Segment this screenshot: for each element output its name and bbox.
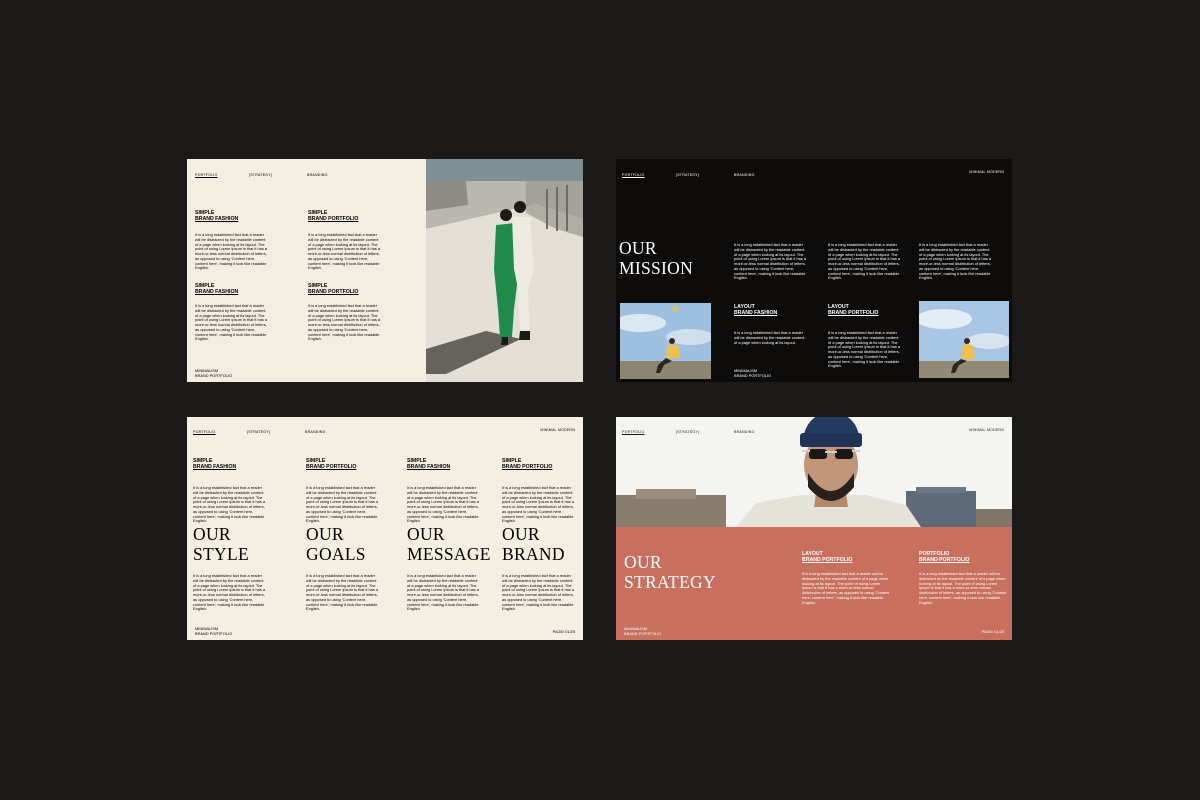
nav-strategy[interactable]: [STRATEGY] [247,430,270,434]
column-body: It is a long established fact that a rea… [306,573,379,612]
sitting-woman-photo-left [620,303,711,379]
column-title: OUR BRAND [502,524,565,564]
column-body: It is a long established fact that a rea… [306,485,379,524]
column-title: OUR STYLE [193,524,249,564]
tag-minimal-modern: MINIMAL MODERN [540,428,575,432]
block-body: It is a long established fact that a rea… [195,303,268,342]
column-label: SIMPLE BRAND FASHION [193,458,237,471]
block-label: LAYOUT BRAND FASHION [734,304,778,317]
block-body: It is a long established fact that a rea… [802,571,890,605]
column-title: OUR GOALS [306,524,366,564]
block-body: It is a long established fact that a rea… [919,571,1007,605]
nav-portfolio[interactable]: PORTFOLIO [195,173,218,177]
nav-branding[interactable]: BRANDING [734,173,755,177]
block-label: SIMPLE BRAND PORTFOLIO [308,283,359,296]
block-body: It is a long established fact that a rea… [828,330,901,369]
block-body: It is a long established fact that a rea… [308,232,381,271]
nav-branding[interactable]: BRANDING [305,430,326,434]
block-body: It is a long established fact that a rea… [308,303,381,342]
block-body: It is a long established fact that a rea… [734,242,807,281]
block-label: LAYOUT BRAND PORTFOLIO [828,304,879,317]
footer-brand: MINIMALISM BRAND PORTFOLIO [624,626,662,636]
nav-strategy[interactable]: [STRATEGY] [249,173,272,177]
block-label: SIMPLE BRAND FASHION [195,283,239,296]
sitting-woman-photo-right [919,301,1009,378]
column-label: SIMPLE BRAND PORTFOLIO [502,458,553,471]
tag-minimal-modern: MINIMAL MODERN [969,428,1004,432]
column-title: OUR MESSAGE [407,524,491,564]
footer-brand: MINIMALISM BRAND PORTFOLIO [195,368,233,378]
block-label: LAYOUT BRAND PORTFOLIO [802,551,853,564]
nav-branding[interactable]: BRANDING [307,173,328,177]
page-title: OUR MISSION [619,238,694,278]
couple-rooftop-photo [426,159,583,382]
block-label: SIMPLE BRAND PORTFOLIO [308,210,359,223]
page-title: OUR STRATEGY [624,552,716,592]
column-body: It is a long established fact that a rea… [502,485,575,524]
block-label: SIMPLE BRAND FASHION [195,210,239,223]
column-body: It is a long established fact that a rea… [193,573,266,612]
column-label: SIMPLE BRAND PORTFOLIO [306,458,357,471]
nav-portfolio[interactable]: PORTFOLIO [622,430,645,434]
nav-strategy[interactable]: [STRATEGY] [676,173,699,177]
column-body: It is a long established fact that a rea… [407,573,480,612]
slide-our-strategy: PORTFOLIO [STRATEGY] BRANDING MINIMAL MO… [616,417,1012,640]
tag-minimal-modern: MINIMAL MODERN [969,170,1004,174]
nav-portfolio[interactable]: PORTFOLIO [193,430,216,434]
nav-strategy[interactable]: [STRATEGY] [676,430,699,434]
block-body: It is a long established fact that a rea… [734,330,805,345]
column-body: It is a long established fact that a rea… [407,485,480,524]
nav-branding[interactable]: BRANDING [734,430,755,434]
page-number: PAGE/ 01/25 [981,629,1004,634]
slide-brand-fashion: PORTFOLIO [STRATEGY] BRANDING SIMPLE BRAN… [187,159,583,382]
page-number: PAGE/ 01/25 [552,629,575,634]
slide-our-style: PORTFOLIO [STRATEGY] BRANDING MINIMAL MO… [187,417,583,640]
block-label: PORTFOLIO BRAND PORTFOLIO [919,551,970,564]
column-label: SIMPLE BRAND FASHION [407,458,451,471]
block-body: It is a long established fact that a rea… [195,232,268,271]
column-body: It is a long established fact that a rea… [193,485,266,524]
slide-our-mission: PORTFOLIO [STRATEGY] BRANDING MINIMAL MO… [616,159,1012,382]
footer-brand: MINIMALISM BRAND PORTFOLIO [195,626,233,636]
column-body: It is a long established fact that a rea… [502,573,575,612]
footer-brand: MINIMALISM BRAND PORTFOLIO [734,368,772,378]
block-body: It is a long established fact that a rea… [919,242,992,281]
nav-portfolio[interactable]: PORTFOLIO [622,173,645,177]
block-body: It is a long established fact that a rea… [828,242,901,281]
